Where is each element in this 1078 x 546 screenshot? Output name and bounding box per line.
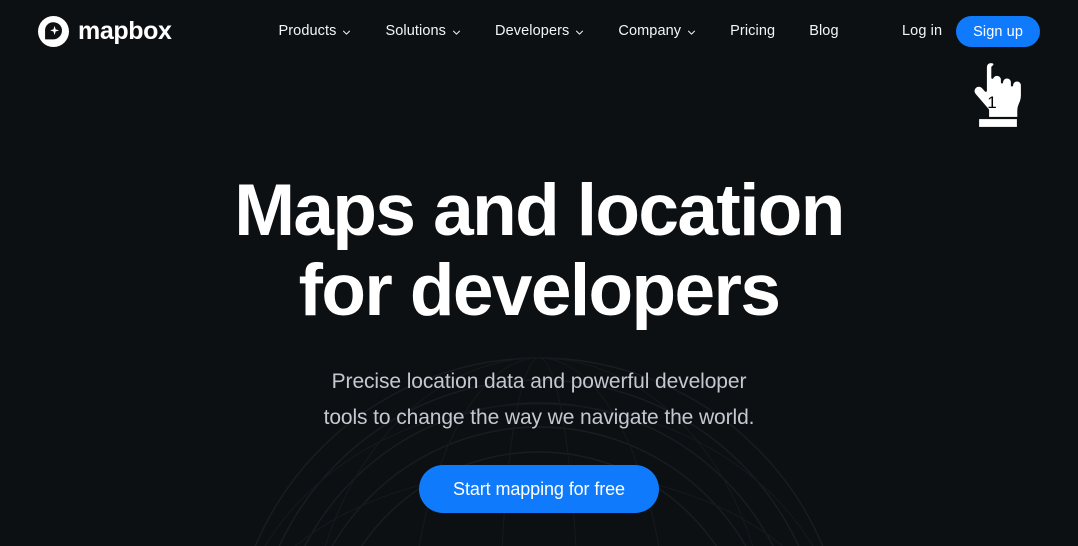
chevron-down-icon (343, 30, 351, 35)
login-link[interactable]: Log in (902, 24, 942, 39)
chevron-down-icon (576, 30, 584, 35)
nav-item-company[interactable]: Company (618, 24, 696, 39)
site-header: mapbox Products Solutions Developers Com… (0, 0, 1078, 63)
nav-label: Company (618, 23, 682, 40)
chevron-down-icon (453, 30, 461, 35)
brand-wordmark: mapbox (78, 17, 172, 45)
nav-label: Pricing (730, 23, 776, 40)
nav-item-solutions[interactable]: Solutions (385, 24, 461, 39)
mapbox-logo-icon (38, 16, 69, 47)
nav-item-pricing[interactable]: Pricing (730, 24, 775, 39)
page-root: mapbox Products Solutions Developers Com… (0, 0, 1078, 546)
main-navigation: Products Solutions Developers Company Pr… (278, 24, 838, 39)
page-title: Maps and location for developers (234, 170, 845, 331)
nav-label: Solutions (385, 23, 447, 40)
hero-subtitle: Precise location data and powerful devel… (323, 370, 755, 429)
nav-item-products[interactable]: Products (278, 24, 351, 39)
signup-button[interactable]: Sign up (956, 16, 1040, 47)
nav-label: Products (278, 23, 337, 40)
mapbox-brand-logo[interactable]: mapbox (38, 16, 172, 47)
nav-label: Developers (495, 23, 570, 40)
chevron-down-icon (688, 30, 696, 35)
nav-item-blog[interactable]: Blog (809, 24, 838, 39)
nav-label: Blog (809, 23, 839, 40)
start-mapping-button[interactable]: Start mapping for free (419, 465, 659, 513)
hero-section: Maps and location for developers Precise… (0, 63, 1078, 546)
auth-actions: Log in Sign up (902, 16, 1040, 47)
nav-item-developers[interactable]: Developers (495, 24, 584, 39)
